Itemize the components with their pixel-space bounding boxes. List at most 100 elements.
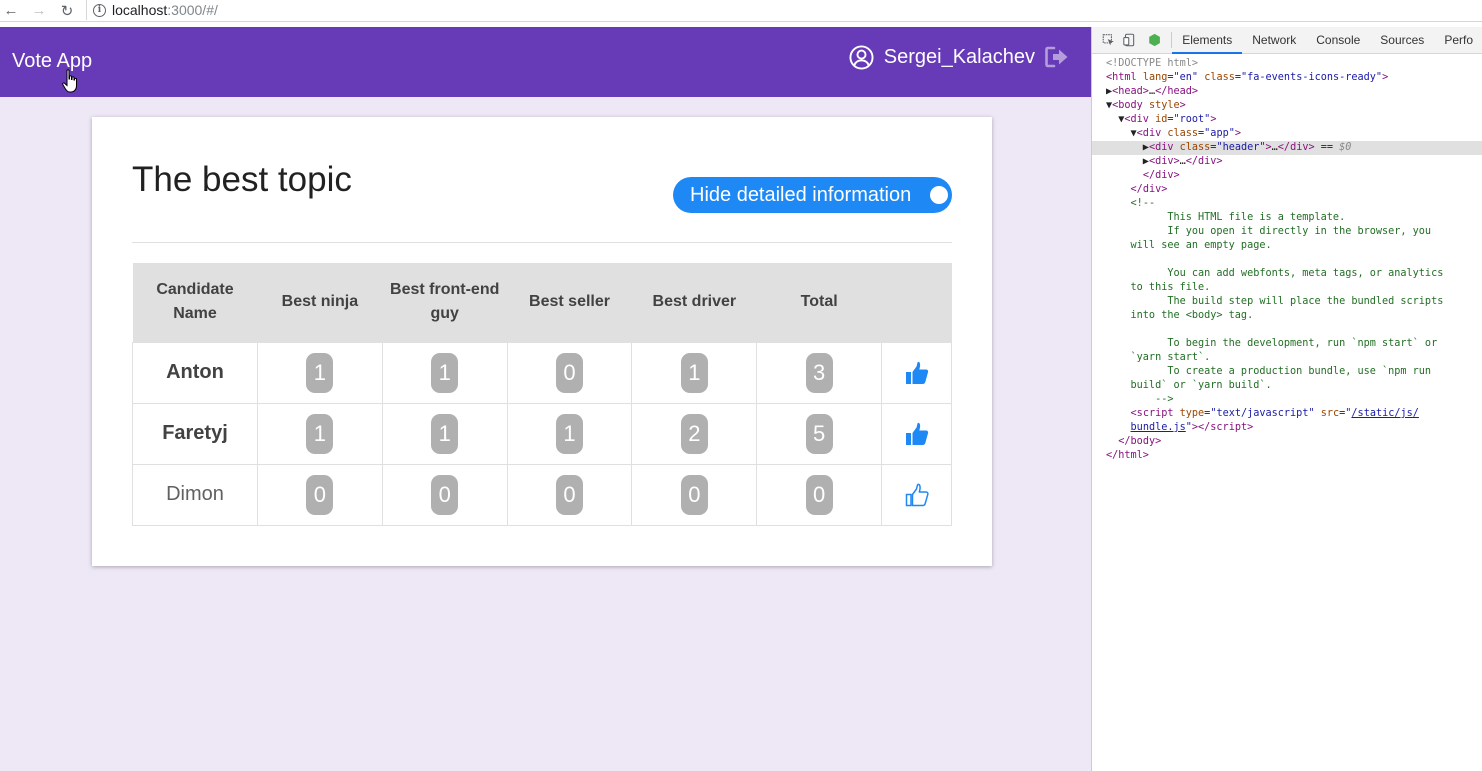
forward-arrow-icon[interactable]: → xyxy=(28,1,50,21)
table-row: Dimon 0 0 0 0 0 xyxy=(132,463,952,526)
back-arrow-icon[interactable]: ← xyxy=(0,1,22,21)
detail-toggle-button[interactable]: Hide detailed information xyxy=(673,177,952,213)
dom-line[interactable]: ▶<div>…</div> xyxy=(1092,155,1482,169)
vote-count-badge: 1 xyxy=(306,352,334,393)
logout-icon[interactable] xyxy=(1045,46,1069,68)
dom-line[interactable]: If you open it directly in the browser, … xyxy=(1092,225,1482,239)
vote-count-badge: 1 xyxy=(431,413,459,454)
column-header: Candidate Name xyxy=(132,263,258,342)
dom-line[interactable]: This HTML file is a template. xyxy=(1092,211,1482,225)
vote-count-badge: 0 xyxy=(306,474,334,515)
dom-line[interactable]: into the <body> tag. xyxy=(1092,309,1482,323)
user-area: Sergei_Kalachev xyxy=(849,44,1069,70)
brand-link[interactable]: Vote App xyxy=(12,50,92,73)
column-header: Best driver xyxy=(631,263,757,342)
app-header: Vote App Sergei_Kalachev xyxy=(0,27,1091,97)
address-bar[interactable]: i localhost:3000/#/ xyxy=(86,0,1482,20)
column-header-action xyxy=(881,263,952,342)
node-hexagon-icon[interactable] xyxy=(1148,32,1161,48)
thumbs-up-outline-icon[interactable] xyxy=(905,483,929,507)
dom-line[interactable]: --> xyxy=(1092,393,1482,407)
dom-line[interactable]: build` or `yarn build`. xyxy=(1092,379,1482,393)
vote-table: Candidate Name Best ninja Best front-end… xyxy=(132,263,952,526)
dom-line[interactable] xyxy=(1092,323,1482,337)
action-cell xyxy=(881,463,952,526)
vote-cell: 1 xyxy=(256,341,383,404)
table-header-row: Candidate Name Best ninja Best front-end… xyxy=(132,263,952,342)
vote-cell: 1 xyxy=(506,402,633,465)
dom-line[interactable]: The build step will place the bundled sc… xyxy=(1092,295,1482,309)
toggle-label: Hide detailed information xyxy=(690,183,912,206)
user-name: Sergei_Kalachev xyxy=(883,45,1035,68)
topic-card: The best topic Hide detailed information… xyxy=(92,117,992,566)
vote-count-badge: 1 xyxy=(431,352,459,393)
vote-count-badge: 0 xyxy=(680,474,708,515)
app-viewport: Vote App Sergei_Kalachev The best topic … xyxy=(0,27,1091,771)
dom-line[interactable]: <script type="text/javascript" src="/sta… xyxy=(1092,407,1482,421)
thumbs-up-icon[interactable] xyxy=(905,361,929,385)
table-row: Anton 1 1 0 1 3 xyxy=(132,341,952,404)
vote-count-badge: 1 xyxy=(556,413,584,454)
inspect-element-icon[interactable] xyxy=(1102,32,1115,48)
vote-cell: 1 xyxy=(631,341,758,404)
total-cell: 0 xyxy=(756,463,883,526)
column-header: Best front-end guy xyxy=(382,263,508,342)
vote-cell: 0 xyxy=(631,463,758,526)
dom-line[interactable]: To create a production bundle, use `npm … xyxy=(1092,365,1482,379)
vote-count-badge: 1 xyxy=(680,352,708,393)
vote-cell: 1 xyxy=(256,402,383,465)
vote-count-badge: 0 xyxy=(556,474,584,515)
tab-console[interactable]: Console xyxy=(1306,27,1370,54)
tab-sources[interactable]: Sources xyxy=(1370,27,1434,54)
hand-cursor-icon xyxy=(62,69,77,93)
url-text: localhost:3000/#/ xyxy=(112,2,218,18)
dom-line[interactable]: </div> xyxy=(1092,183,1482,197)
vote-cell: 0 xyxy=(506,341,633,404)
dom-line[interactable] xyxy=(1092,253,1482,267)
total-badge: 5 xyxy=(805,413,833,454)
dom-line[interactable]: </html> xyxy=(1092,449,1482,463)
vote-cell: 1 xyxy=(381,402,508,465)
thumbs-up-icon[interactable] xyxy=(905,422,929,446)
dom-line[interactable]: <html lang="en" class="fa-events-icons-r… xyxy=(1092,71,1482,85)
dom-line[interactable]: ▼<div id="root"> xyxy=(1092,113,1482,127)
vote-cell: 0 xyxy=(381,463,508,526)
total-badge: 0 xyxy=(805,474,833,515)
dom-line[interactable]: <!DOCTYPE html> xyxy=(1092,57,1482,71)
dom-tree: <!DOCTYPE html> <html lang="en" class="f… xyxy=(1092,57,1482,463)
reload-icon[interactable]: ↻ xyxy=(56,1,78,21)
vote-count-badge: 1 xyxy=(306,413,334,454)
vote-count-badge: 2 xyxy=(680,413,708,454)
dom-line[interactable]: ▼<body style> xyxy=(1092,99,1482,113)
user-circle-icon xyxy=(849,44,874,70)
dom-line[interactable]: ▶<head>…</head> xyxy=(1092,85,1482,99)
column-header: Best ninja xyxy=(257,263,383,342)
action-cell xyxy=(881,341,952,404)
browser-toolbar: ← → ↻ i localhost:3000/#/ xyxy=(0,0,1482,22)
dom-line[interactable]: bundle.js"></script> xyxy=(1092,421,1482,435)
dom-line[interactable]: ▼<div class="app"> xyxy=(1092,127,1482,141)
action-cell xyxy=(881,402,952,465)
device-toolbar-icon[interactable] xyxy=(1123,32,1136,48)
tab-network[interactable]: Network xyxy=(1242,27,1306,54)
candidate-name: Faretyj xyxy=(132,402,258,465)
url-path: :3000/#/ xyxy=(167,2,218,18)
dom-line[interactable]: to this file. xyxy=(1092,281,1482,295)
dom-line[interactable]: You can add webfonts, meta tags, or anal… xyxy=(1092,267,1482,281)
tab-elements[interactable]: Elements xyxy=(1172,27,1243,54)
info-icon[interactable]: i xyxy=(93,3,106,17)
dom-line[interactable]: </div> xyxy=(1092,169,1482,183)
vote-count-badge: 0 xyxy=(556,352,584,393)
toggle-knob xyxy=(930,186,948,204)
tab-performance[interactable]: Perfo xyxy=(1434,27,1482,54)
vote-cell: 2 xyxy=(631,402,758,465)
dom-line[interactable]: `yarn start`. xyxy=(1092,351,1482,365)
dom-line[interactable]: will see an empty page. xyxy=(1092,239,1482,253)
dom-line[interactable]: </body> xyxy=(1092,435,1482,449)
total-badge: 3 xyxy=(805,352,833,393)
dom-line-selected[interactable]: ▶<div class="header">…</div> == $0 xyxy=(1092,141,1482,155)
dom-line[interactable]: To begin the development, run `npm start… xyxy=(1092,337,1482,351)
dom-line[interactable]: <!-- xyxy=(1092,197,1482,211)
table-row: Faretyj 1 1 1 2 5 xyxy=(132,402,952,465)
candidate-name: Anton xyxy=(132,341,258,404)
